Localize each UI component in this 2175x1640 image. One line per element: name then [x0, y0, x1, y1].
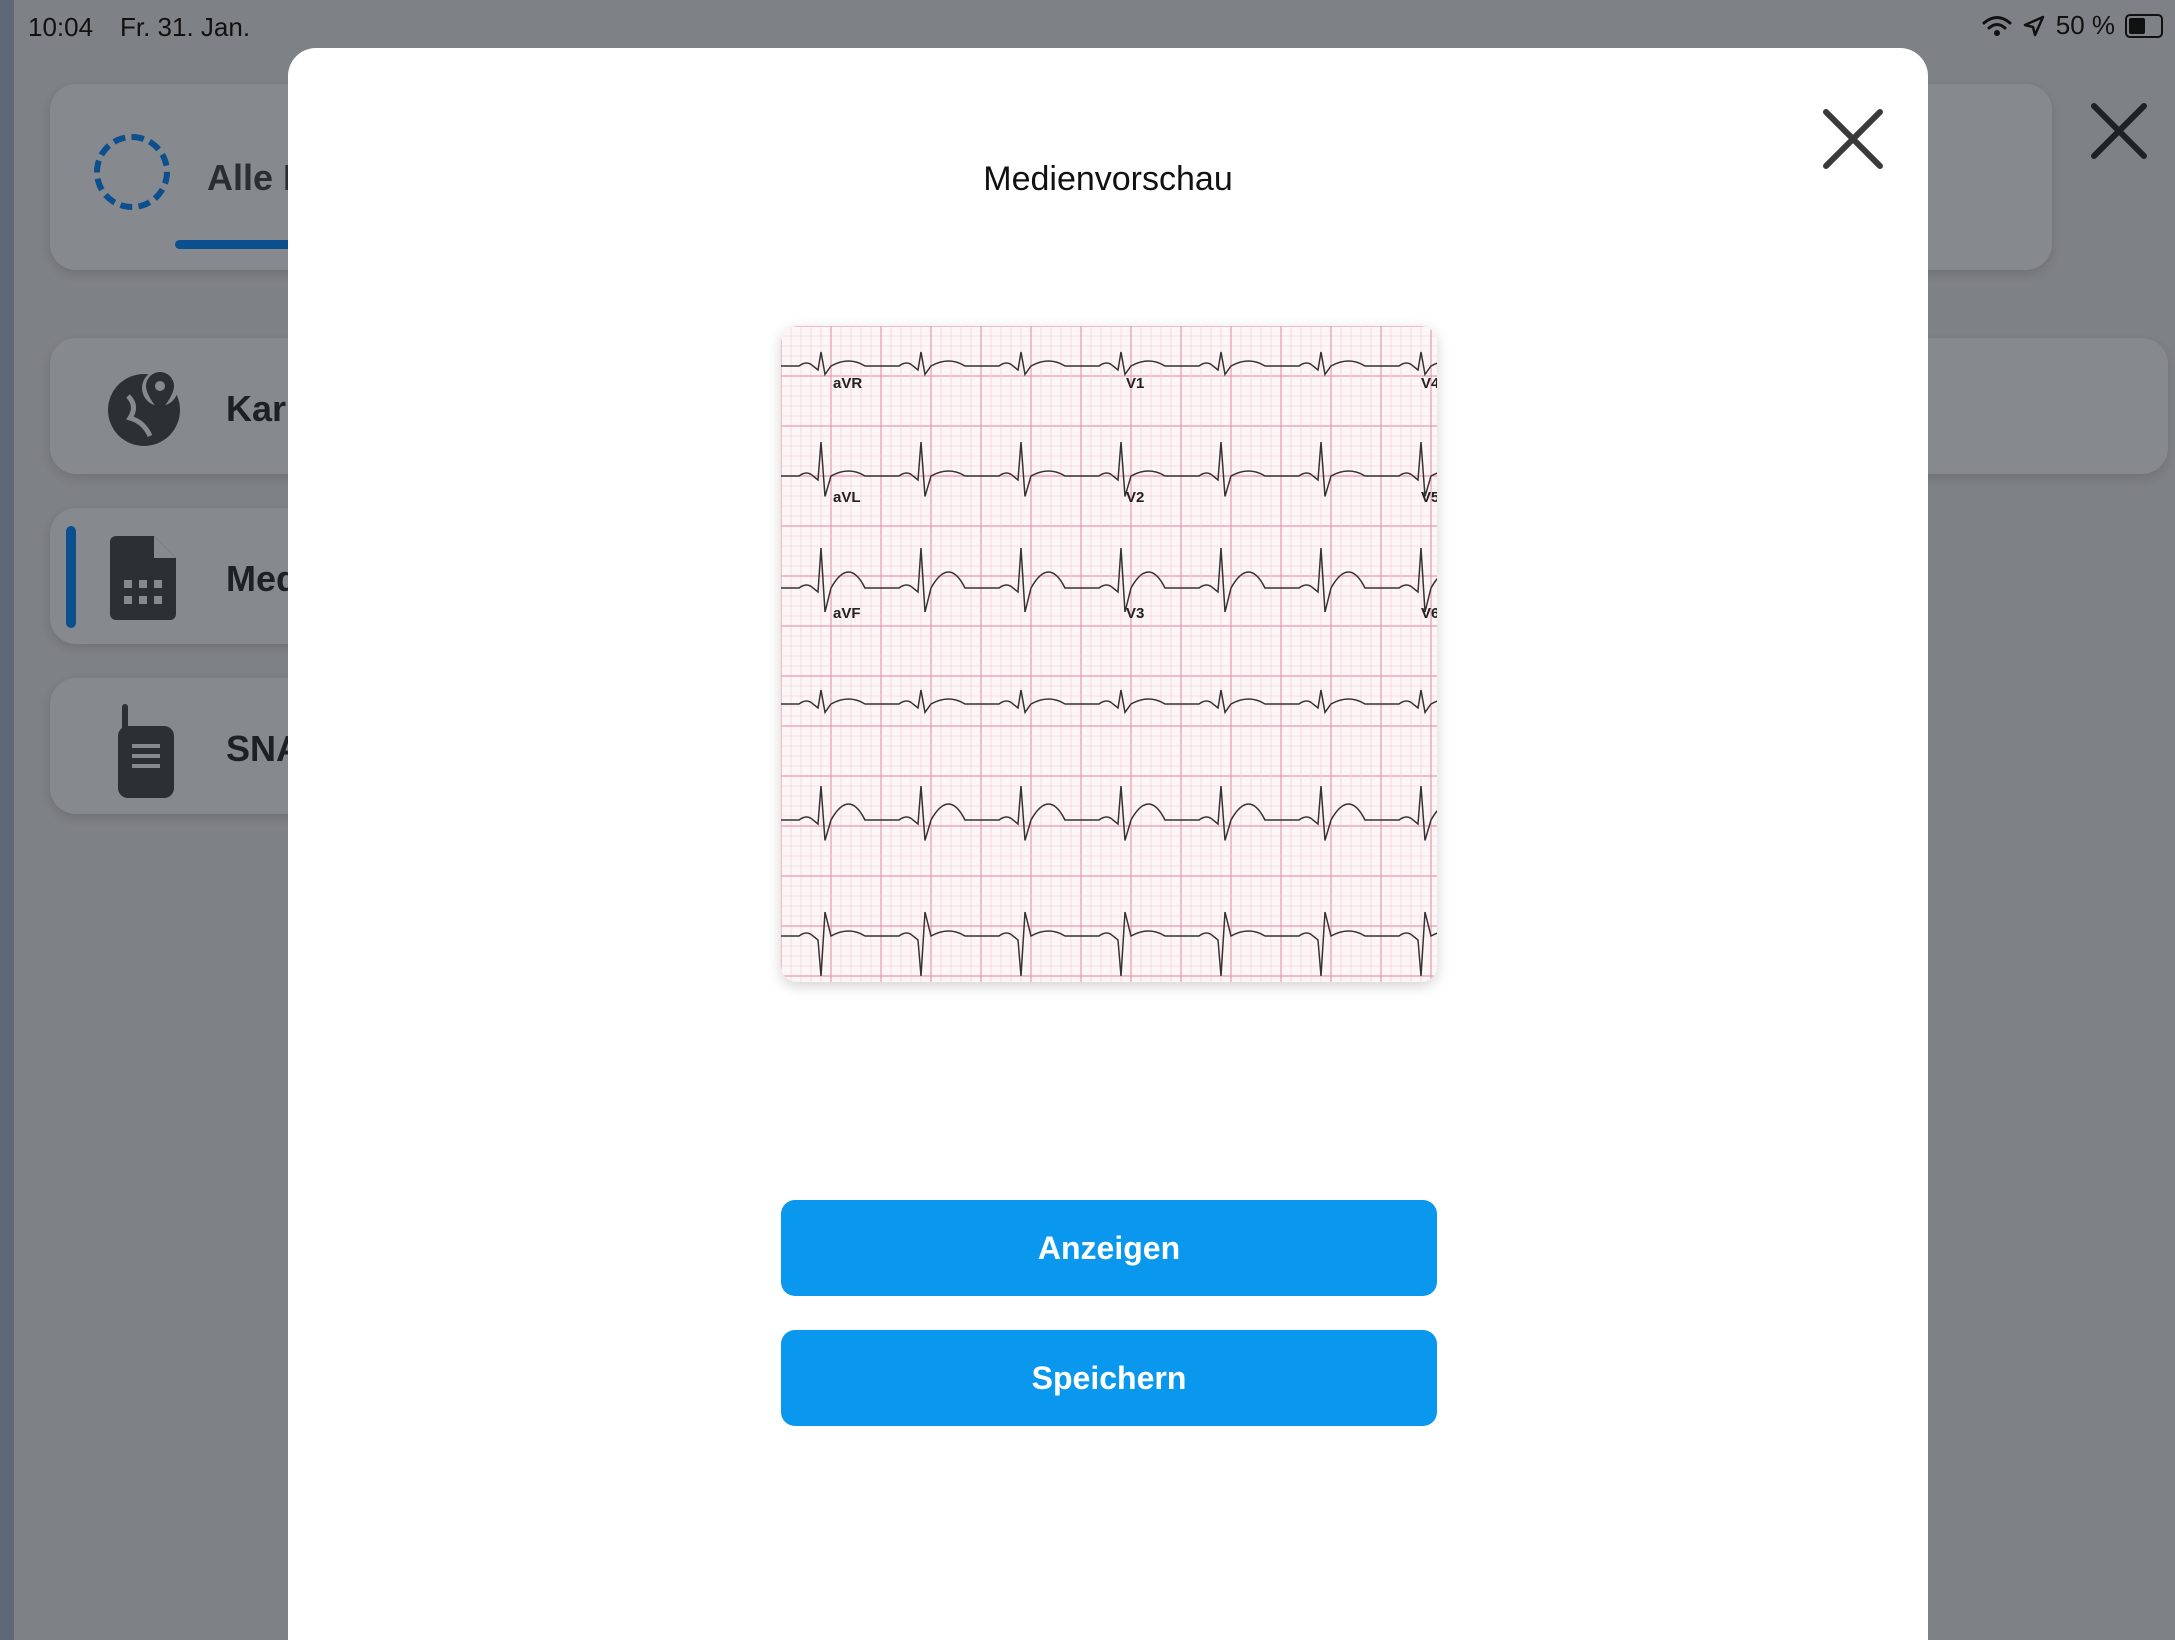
list-item-map-label: Kar: [226, 388, 287, 429]
ecg-lead-label: aVL: [833, 489, 861, 506]
ecg-lead-label: V1: [1126, 375, 1144, 392]
document-file-icon: [110, 536, 176, 620]
media-preview-modal: Medienvorschau aVR V1 V4 aVL V2 V5 aVF V3 V6 Anz…: [288, 48, 1928, 1640]
save-button[interactable]: Speichern: [781, 1330, 1437, 1426]
battery-icon: [2125, 13, 2163, 38]
location-arrow-icon: [2023, 15, 2044, 36]
status-bar: 10:04 Fr. 31. Jan. 50 %: [0, 0, 2175, 52]
close-icon[interactable]: [2088, 100, 2150, 162]
ecg-image: aVR V1 V4 aVL V2 V5 aVF V3 V6: [781, 326, 1437, 982]
media-preview-image[interactable]: aVR V1 V4 aVL V2 V5 aVF V3 V6: [781, 326, 1437, 982]
ecg-lead-label: V2: [1126, 489, 1144, 506]
map-globe-pin-icon: [108, 370, 180, 446]
status-time: 10:04: [28, 12, 94, 42]
radio-walkie-talkie-icon: [118, 704, 174, 798]
tab-progress-ring-icon[interactable]: [94, 134, 170, 210]
modal-title: Medienvorschau: [983, 160, 1233, 198]
ecg-lead-label: V4: [1421, 375, 1437, 392]
show-button[interactable]: Anzeigen: [781, 1200, 1437, 1296]
ecg-lead-label: V6: [1421, 605, 1437, 622]
wifi-icon: [1982, 15, 2012, 36]
ecg-lead-label: aVR: [833, 375, 862, 392]
ecg-lead-label: V3: [1126, 605, 1144, 622]
status-date: Fr. 31. Jan.: [120, 12, 251, 42]
ecg-lead-label: aVF: [833, 605, 861, 622]
ecg-lead-label: V5: [1421, 489, 1437, 506]
selected-indicator: [66, 526, 76, 628]
battery-percent: 50 %: [2055, 10, 2115, 40]
window-edge: [0, 0, 14, 1640]
close-icon[interactable]: [1818, 104, 1888, 174]
